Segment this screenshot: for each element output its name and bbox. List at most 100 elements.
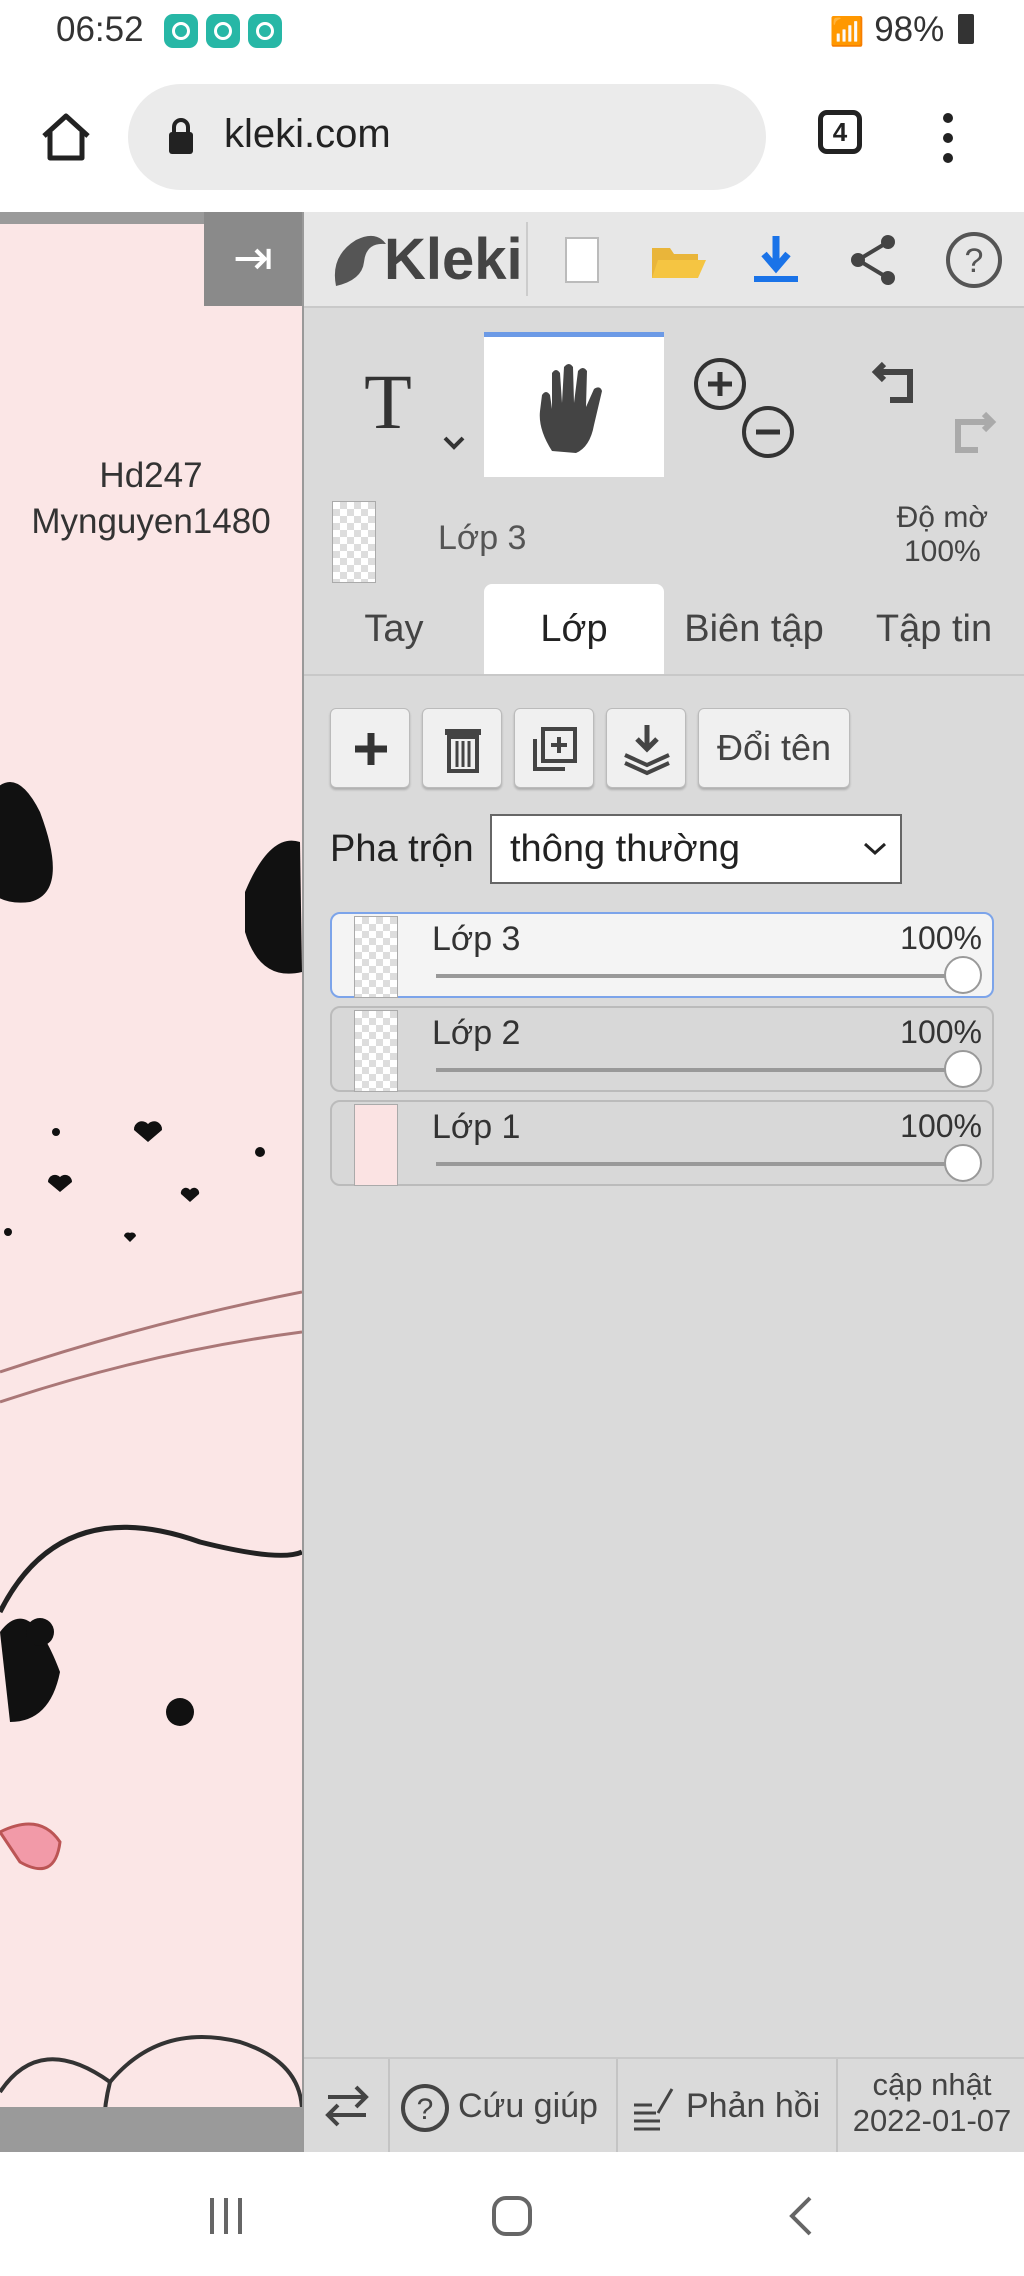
layer-name: Lớp 2	[432, 1014, 521, 1052]
battery-percent: 98%	[874, 10, 945, 49]
svg-text:?: ?	[417, 2093, 434, 2126]
hand-tool-button[interactable]	[484, 332, 664, 477]
opacity-slider-track[interactable]	[436, 1068, 962, 1072]
feedback-pen-icon	[634, 2088, 674, 2131]
merge-down-button[interactable]	[606, 708, 686, 788]
download-icon[interactable]	[746, 230, 806, 290]
blend-mode-value: thông thường	[510, 828, 740, 870]
opacity-slider-handle[interactable]	[944, 1050, 982, 1088]
chevron-down-icon[interactable]	[442, 434, 466, 452]
current-layer-thumbnail	[332, 501, 376, 583]
opacity-slider-track[interactable]	[436, 1162, 962, 1166]
add-layer-button[interactable]	[330, 708, 410, 788]
footer-divider	[388, 2059, 390, 2154]
footer-divider	[836, 2059, 838, 2154]
zoom-out-icon[interactable]	[740, 404, 796, 460]
svg-text:T: T	[364, 366, 412, 436]
back-nav-icon[interactable]	[780, 2194, 824, 2238]
status-bar: 06:52 📶 98%	[0, 0, 1024, 62]
status-time: 06:52	[56, 10, 144, 49]
help-button[interactable]: ? Cứu giúp	[400, 2059, 612, 2154]
undo-icon[interactable]	[870, 352, 926, 408]
blend-mode-row: Pha trộn thông thường	[330, 814, 1010, 886]
chevron-down-icon	[863, 842, 887, 856]
url-text[interactable]: kleki.com	[224, 112, 391, 157]
canvas-text-line2: Mynguyen1480	[31, 502, 271, 541]
blend-mode-label: Pha trộn	[330, 828, 474, 870]
opacity-readout: Độ mờ 100%	[897, 501, 988, 569]
svg-text:?: ?	[965, 242, 984, 280]
text-tool-icon: T	[364, 366, 412, 436]
layer-name: Lớp 3	[432, 920, 521, 958]
kleki-logo-icon	[334, 235, 386, 286]
panel-footer: ? Cứu giúp Phản hồi cập nhật 2022-01-07	[304, 2057, 1024, 2154]
browser-toolbar: kleki.com 4	[0, 62, 1024, 212]
help-label: Cứu giúp	[458, 2087, 598, 2125]
home-nav-icon[interactable]	[490, 2194, 534, 2238]
collapse-arrow-icon: ⇥	[232, 232, 274, 285]
version-info[interactable]: cập nhật 2022-01-07	[840, 2067, 1024, 2139]
opacity-slider-track[interactable]	[436, 974, 962, 978]
canvas-bottom-border	[0, 2107, 302, 2152]
layer-opacity: 100%	[900, 1108, 982, 1144]
layer-item[interactable]: Lớp 3 100%	[330, 912, 994, 998]
battery-icon	[958, 14, 974, 44]
layer-item[interactable]: Lớp 1 100%	[330, 1100, 994, 1186]
blend-mode-select[interactable]: thông thường	[490, 814, 902, 884]
tool-panel: Kleki ? T Lớp 3 Độ mờ 100% Tay Lớp Biên …	[304, 212, 1024, 2154]
opacity-slider-handle[interactable]	[944, 956, 982, 994]
redo-icon[interactable]	[942, 402, 998, 458]
layer-thumbnail	[354, 1010, 398, 1092]
tool-row: T	[304, 332, 1024, 477]
feedback-button[interactable]: Phản hồi	[630, 2059, 836, 2154]
delete-layer-button[interactable]	[422, 708, 502, 788]
tab-edit[interactable]: Biên tập	[664, 584, 844, 674]
help-icon[interactable]: ?	[944, 230, 1004, 290]
layer-opacity: 100%	[900, 1014, 982, 1050]
drawing-canvas[interactable]: ⇥ Hd247 Mynguyen1480	[0, 212, 304, 2152]
opacity-value: 100%	[903, 535, 981, 568]
collapse-panel-button[interactable]: ⇥	[204, 212, 302, 306]
share-icon[interactable]	[844, 230, 904, 290]
opacity-slider-handle[interactable]	[944, 1144, 982, 1182]
plus-icon	[355, 733, 387, 765]
duplicate-layer-button[interactable]	[514, 708, 594, 788]
update-date: 2022-01-07	[852, 2103, 1012, 2138]
text-tool-button[interactable]: T	[304, 332, 484, 477]
layer-opacity: 100%	[900, 920, 982, 956]
notification-app-icon	[164, 14, 198, 48]
rename-layer-button[interactable]: Đổi tên	[698, 708, 850, 788]
trash-icon	[445, 729, 481, 773]
current-layer-info: Lớp 3 Độ mờ 100%	[304, 479, 1024, 583]
open-folder-icon[interactable]	[648, 230, 708, 290]
home-icon[interactable]	[38, 108, 94, 164]
canvas-artwork	[0, 782, 302, 2132]
footer-divider	[616, 2059, 618, 2154]
hand-icon	[539, 364, 602, 453]
opacity-label: Độ mờ	[896, 501, 988, 534]
canvas-text-line1: Hd247	[99, 456, 203, 495]
notification-app-icon	[206, 14, 240, 48]
feedback-label: Phản hồi	[686, 2087, 821, 2125]
panel-tabs: Tay Lớp Biên tập Tập tin	[304, 584, 1024, 676]
layer-thumbnail	[354, 1104, 398, 1186]
current-layer-name: Lớp 3	[438, 519, 527, 557]
tab-file[interactable]: Tập tin	[844, 584, 1024, 674]
layer-item[interactable]: Lớp 2 100%	[330, 1006, 994, 1092]
duplicate-icon	[533, 727, 577, 771]
tab-brush[interactable]: Tay	[304, 584, 484, 674]
new-image-icon[interactable]	[552, 230, 612, 290]
swap-side-icon[interactable]	[322, 2081, 372, 2131]
help-icon: ?	[401, 2084, 449, 2132]
notification-app-icon	[248, 14, 282, 48]
tab-switcher-button[interactable]: 4	[818, 110, 862, 154]
layer-thumbnail	[354, 916, 398, 998]
more-menu-icon[interactable]	[936, 108, 960, 168]
update-label: cập nhật	[872, 2067, 992, 2102]
system-navigation-bar	[0, 2152, 1024, 2276]
header-divider	[526, 222, 528, 296]
tab-layers[interactable]: Lớp	[484, 584, 664, 674]
panel-header: Kleki ?	[304, 212, 1024, 308]
layer-actions: Đổi tên	[330, 708, 1010, 792]
recent-apps-icon[interactable]	[204, 2194, 248, 2238]
